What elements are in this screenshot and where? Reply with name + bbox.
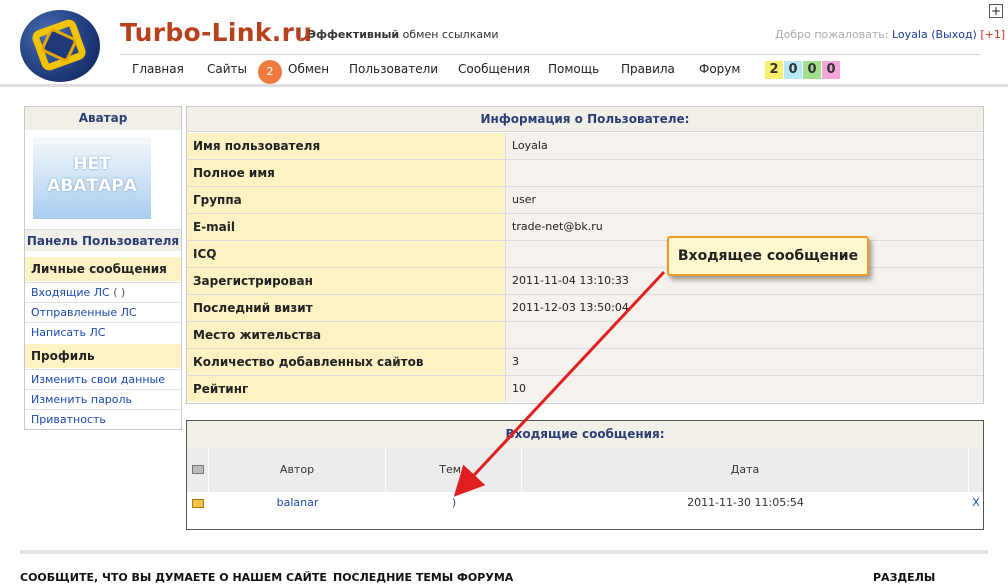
header-divider <box>0 84 1008 87</box>
nav-home[interactable]: Главная <box>132 62 184 76</box>
welcome-prefix: Добро пожаловать: <box>775 28 892 41</box>
tagline-bold: Эффективный <box>308 28 400 41</box>
info-row: Место жительства <box>187 322 983 349</box>
sidebar-link-privacy[interactable]: Приватность <box>25 409 181 429</box>
inbox-heading: Входящие сообщения: <box>187 421 983 448</box>
plus-one-badge[interactable]: [+1] <box>980 28 1005 41</box>
tagline-rest: обмен ссылками <box>399 28 499 41</box>
avatar-placeholder-line1: НЕТ <box>73 154 111 174</box>
section-profile: Профиль <box>25 344 181 368</box>
counter-yellow[interactable]: 2 <box>765 61 783 79</box>
avatar: НЕТ АВАТАРА <box>33 137 151 219</box>
actions-column-header <box>969 448 983 492</box>
footer-feedback-heading: СООБЩИТЕ, ЧТО ВЫ ДУМАЕТЕ О НАШЕМ САЙТЕ <box>20 571 327 584</box>
info-label: Зарегистрирован <box>187 268 506 294</box>
exchange-count-badge[interactable]: 2 <box>258 60 282 84</box>
counter-green[interactable]: 0 <box>803 61 821 79</box>
nav-users[interactable]: Пользователи <box>349 62 438 76</box>
inbox-column-headers: Автор Тема Дата <box>187 448 983 492</box>
info-row: Последний визит 2011-12-03 13:50:04 <box>187 295 983 322</box>
date-column-header[interactable]: Дата <box>522 448 969 492</box>
info-value: Loyala <box>506 133 983 159</box>
delete-message-button[interactable]: X <box>969 493 983 513</box>
user-sidebar: Аватар НЕТ АВАТАРА Панель Пользователя Л… <box>24 106 182 430</box>
nav-help[interactable]: Помощь <box>548 62 599 76</box>
footer-sections-heading: РАЗДЕЛЫ <box>873 571 936 584</box>
info-label: Количество добавленных сайтов <box>187 349 506 375</box>
info-label: E-mail <box>187 214 506 240</box>
info-label: ICQ <box>187 241 506 267</box>
info-row: Количество добавленных сайтов 3 <box>187 349 983 376</box>
sidebar-link-edit-profile[interactable]: Изменить свои данные <box>25 369 181 389</box>
inbox-messages-table: Входящие сообщения: Автор Тема Дата bala… <box>186 420 984 530</box>
message-subject-link[interactable]: ) <box>386 493 522 513</box>
info-label: Место жительства <box>187 322 506 348</box>
annotation-callout: Входящее сообщение <box>667 236 869 276</box>
counter-pink[interactable]: 0 <box>822 61 840 79</box>
site-logo[interactable] <box>20 10 100 82</box>
info-label: Группа <box>187 187 506 213</box>
info-label: Полное имя <box>187 160 506 186</box>
nav-divider <box>120 54 980 55</box>
unread-envelope-icon <box>192 499 204 508</box>
user-info-heading: Информация о Пользователе: <box>187 107 983 132</box>
author-column-header[interactable]: Автор <box>209 448 386 492</box>
site-tagline: Эффективный обмен ссылками <box>308 28 499 41</box>
info-row: Полное имя <box>187 160 983 187</box>
title-separator <box>300 27 301 41</box>
info-value <box>506 160 983 186</box>
sidebar-link-write[interactable]: Написать ЛС <box>25 322 181 342</box>
info-value: 2011-12-03 13:50:04 <box>506 295 983 321</box>
welcome-text: Добро пожаловать: Loyala (Выход) [+1] <box>775 28 1005 41</box>
sidebar-link-change-password[interactable]: Изменить пароль <box>25 389 181 409</box>
logout-link[interactable]: (Выход) <box>931 28 977 41</box>
section-private-messages: Личные сообщения <box>25 257 181 281</box>
nav-sites[interactable]: Сайты <box>207 62 247 76</box>
info-value <box>506 322 983 348</box>
inbox-link-label[interactable]: Входящие ЛС <box>31 286 110 299</box>
nav-messages[interactable]: Сообщения <box>458 62 530 76</box>
info-label: Имя пользователя <box>187 133 506 159</box>
footer-forum-heading: ПОСЛЕДНИЕ ТЕМЫ ФОРУМА <box>333 571 514 584</box>
sidebar-link-inbox[interactable]: Входящие ЛС ( ) <box>25 282 181 302</box>
expand-button[interactable]: + <box>989 4 1003 18</box>
info-value: user <box>506 187 983 213</box>
inbox-count: ( ) <box>113 286 126 299</box>
info-label: Последний визит <box>187 295 506 321</box>
info-row: Группа user <box>187 187 983 214</box>
subject-column-header[interactable]: Тема <box>386 448 522 492</box>
avatar-placeholder-line2: АВАТАРА <box>47 176 137 196</box>
sidebar-link-sent[interactable]: Отправленные ЛС <box>25 302 181 322</box>
info-value: 10 <box>506 376 983 402</box>
counter-blue[interactable]: 0 <box>784 61 802 79</box>
message-date: 2011-11-30 11:05:54 <box>687 496 804 509</box>
username-link[interactable]: Loyala <box>892 28 928 41</box>
info-row: Имя пользователя Loyala <box>187 133 983 160</box>
info-row: Рейтинг 10 <box>187 376 983 403</box>
info-value: 3 <box>506 349 983 375</box>
nav-rules[interactable]: Правила <box>621 62 675 76</box>
nav-exchange[interactable]: Обмен <box>288 62 329 76</box>
footer-divider <box>20 550 988 554</box>
info-label: Рейтинг <box>187 376 506 402</box>
status-column-header <box>187 448 209 492</box>
envelope-grey-icon <box>192 465 204 474</box>
message-author-link[interactable]: balanar <box>209 493 386 513</box>
avatar-heading: Аватар <box>25 107 181 130</box>
user-panel-heading: Панель Пользователя <box>25 229 181 251</box>
nav-forum[interactable]: Форум <box>699 62 740 76</box>
site-title[interactable]: Turbo-Link.ru <box>120 18 312 47</box>
